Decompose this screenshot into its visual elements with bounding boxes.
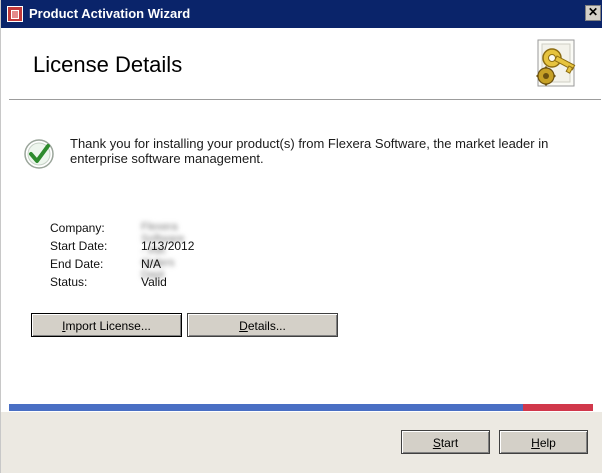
start-button[interactable]: Start [401,430,490,454]
start-label: tart [440,436,459,450]
details-label: etails... [247,319,286,333]
help-button[interactable]: Help [499,430,588,454]
help-access-key: H [531,436,540,450]
check-circle-icon [24,139,54,169]
thank-you-message: Thank you for installing your product(s)… [70,136,549,166]
close-button[interactable]: ✕ [585,5,601,21]
details-access-key: D [239,319,248,333]
product-activation-window: Product Activation Wizard ✕ License Deta… [0,0,602,473]
footer-divider [9,404,593,411]
import-license-button[interactable]: Import License... [31,313,182,337]
page-title: License Details [33,52,183,77]
detail-value: N/A [141,257,162,271]
window-title: Product Activation Wizard [29,6,191,21]
detail-label: Status: [50,275,88,289]
app-icon [7,6,23,22]
detail-label: Start Date: [50,239,108,253]
wizard-header: License Details [1,28,602,99]
start-access-key: S [432,436,441,450]
details-button[interactable]: Details... [187,313,338,337]
detail-value: Valid [141,275,167,289]
detail-label: Company: [50,221,105,235]
help-label: elp [539,436,556,450]
title-bar[interactable]: Product Activation Wizard ✕ [1,0,602,28]
header-divider [9,99,601,101]
key-document-icon [536,39,576,87]
import-label: mport License... [65,319,151,333]
detail-value: 1/13/2012 [141,239,195,253]
detail-label: End Date: [50,257,104,271]
